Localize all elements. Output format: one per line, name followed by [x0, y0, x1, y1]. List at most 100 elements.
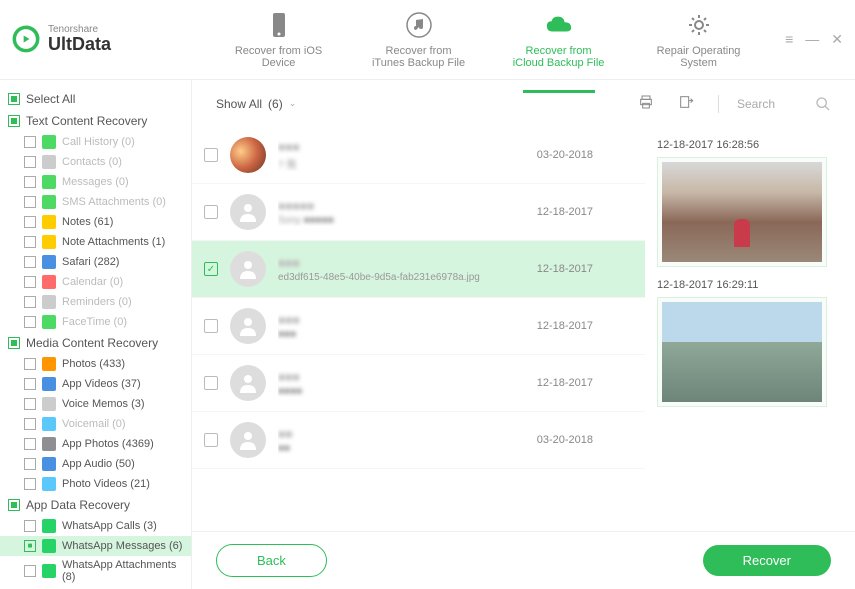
- row-title: ■■■: [278, 256, 525, 270]
- close-icon[interactable]: ✕: [831, 31, 843, 48]
- checkbox-icon[interactable]: [8, 115, 20, 127]
- avatar: [230, 251, 266, 287]
- checkbox-icon[interactable]: [24, 296, 36, 308]
- row-subtitle: Sony ■■■■■: [278, 215, 525, 226]
- checkbox-icon[interactable]: [24, 398, 36, 410]
- sidebar-item[interactable]: Reminders (0): [0, 292, 191, 312]
- group-header[interactable]: Media Content Recovery: [0, 332, 191, 354]
- sidebar-item[interactable]: Calendar (0): [0, 272, 191, 292]
- checkbox-icon[interactable]: [24, 276, 36, 288]
- message-list: ■■■? 我03-20-2018■■■■■Sony ■■■■■12-18-201…: [192, 127, 645, 531]
- group-title: Text Content Recovery: [26, 114, 147, 128]
- checkbox-icon[interactable]: [24, 236, 36, 248]
- app-icon: [42, 295, 56, 309]
- preview-image[interactable]: [657, 157, 827, 267]
- sidebar-item[interactable]: Safari (282): [0, 252, 191, 272]
- sidebar-item[interactable]: SMS Attachments (0): [0, 192, 191, 212]
- group-header[interactable]: Text Content Recovery: [0, 110, 191, 132]
- checkbox-icon[interactable]: [204, 376, 218, 390]
- sidebar-item[interactable]: App Photos (4369): [0, 434, 191, 454]
- checkbox-icon[interactable]: [24, 256, 36, 268]
- sidebar-item[interactable]: Voice Memos (3): [0, 394, 191, 414]
- checkbox-icon[interactable]: [24, 196, 36, 208]
- list-row[interactable]: ■■■■■Sony ■■■■■12-18-2017: [192, 184, 645, 241]
- export-icon[interactable]: [672, 92, 700, 115]
- tab-2[interactable]: Recover from iCloud Backup File: [499, 3, 619, 77]
- checkbox-icon[interactable]: [24, 136, 36, 148]
- sidebar-item[interactable]: WhatsApp Messages (6): [0, 536, 191, 556]
- tab-0[interactable]: Recover from iOS Device: [219, 3, 339, 77]
- sidebar-item[interactable]: Notes (61): [0, 212, 191, 232]
- sidebar-item[interactable]: WhatsApp Attachments (8): [0, 556, 191, 586]
- tab-1[interactable]: Recover from iTunes Backup File: [359, 3, 479, 77]
- checkbox-icon[interactable]: [204, 433, 218, 447]
- preview-timestamp: 12-18-2017 16:28:56: [657, 139, 843, 151]
- print-icon[interactable]: [632, 92, 660, 115]
- list-row[interactable]: ✓■■■ed3df615-48e5-40be-9d5a-fab231e6978a…: [192, 241, 645, 298]
- list-row[interactable]: ■■■■03-20-2018: [192, 412, 645, 469]
- checkbox-icon[interactable]: [24, 540, 36, 552]
- show-all-label: Show All: [216, 97, 262, 111]
- row-title: ■■: [278, 427, 525, 441]
- sidebar-item[interactable]: Call History (0): [0, 132, 191, 152]
- checkbox-icon[interactable]: ✓: [204, 262, 218, 276]
- checkbox-icon[interactable]: [24, 438, 36, 450]
- checkbox-icon[interactable]: [204, 205, 218, 219]
- itunes-icon: [405, 11, 433, 39]
- sidebar-item[interactable]: Photo Videos (21): [0, 474, 191, 494]
- checkbox-icon[interactable]: [24, 176, 36, 188]
- sidebar-item[interactable]: Contacts (0): [0, 152, 191, 172]
- row-date: 12-18-2017: [537, 377, 593, 389]
- sidebar-item[interactable]: App Audio (50): [0, 454, 191, 474]
- checkbox-icon[interactable]: [24, 156, 36, 168]
- group-header[interactable]: App Data Recovery: [0, 494, 191, 516]
- checkbox-icon[interactable]: [204, 319, 218, 333]
- tabs: Recover from iOS Device Recover from iTun…: [192, 3, 785, 77]
- sidebar-item[interactable]: Note Attachments (1): [0, 232, 191, 252]
- search-box[interactable]: Search: [737, 96, 831, 112]
- window-controls: ≡ — ✕: [785, 31, 843, 48]
- list-row[interactable]: ■■■■■■■12-18-2017: [192, 355, 645, 412]
- row-date: 12-18-2017: [537, 320, 593, 332]
- tab-3[interactable]: Repair Operating System: [639, 3, 759, 77]
- checkbox-icon[interactable]: [204, 148, 218, 162]
- sidebar-item-label: Messages (0): [62, 176, 129, 188]
- sidebar-item[interactable]: WhatsApp Calls (3): [0, 516, 191, 536]
- list-row[interactable]: ■■■■■■12-18-2017: [192, 298, 645, 355]
- checkbox-icon[interactable]: [24, 418, 36, 430]
- row-title: ■■■: [278, 370, 525, 384]
- minimize-icon[interactable]: —: [805, 31, 819, 48]
- list-row[interactable]: ■■■? 我03-20-2018: [192, 127, 645, 184]
- checkbox-icon[interactable]: [24, 216, 36, 228]
- back-button[interactable]: Back: [216, 544, 327, 577]
- group-title: Media Content Recovery: [26, 336, 158, 350]
- checkbox-icon[interactable]: [24, 358, 36, 370]
- app-icon: [42, 255, 56, 269]
- toolbar: Show All (6) ⌄ Search: [192, 80, 855, 127]
- preview-image[interactable]: [657, 297, 827, 407]
- select-all[interactable]: Select All: [0, 88, 191, 110]
- menu-icon[interactable]: ≡: [785, 31, 793, 48]
- checkbox-icon[interactable]: [24, 565, 36, 577]
- show-all-dropdown[interactable]: Show All (6) ⌄: [216, 97, 296, 111]
- checkbox-icon[interactable]: [24, 458, 36, 470]
- sidebar-item[interactable]: Voicemail (0): [0, 414, 191, 434]
- sidebar-item-label: WhatsApp Messages (6): [62, 540, 182, 552]
- checkbox-icon[interactable]: [24, 478, 36, 490]
- row-subtitle: ■■■: [278, 329, 525, 340]
- app-icon: [42, 519, 56, 533]
- checkbox-icon[interactable]: [24, 520, 36, 532]
- recover-button[interactable]: Recover: [703, 545, 831, 576]
- checkbox-icon[interactable]: [8, 93, 20, 105]
- cloud-icon: [545, 11, 573, 39]
- sidebar-item[interactable]: Messages (0): [0, 172, 191, 192]
- sidebar-item[interactable]: FaceTime (0): [0, 312, 191, 332]
- app-icon: [42, 539, 56, 553]
- checkbox-icon[interactable]: [8, 337, 20, 349]
- checkbox-icon[interactable]: [24, 316, 36, 328]
- app-icon: [42, 397, 56, 411]
- checkbox-icon[interactable]: [24, 378, 36, 390]
- sidebar-item[interactable]: App Videos (37): [0, 374, 191, 394]
- sidebar-item[interactable]: Photos (433): [0, 354, 191, 374]
- checkbox-icon[interactable]: [8, 499, 20, 511]
